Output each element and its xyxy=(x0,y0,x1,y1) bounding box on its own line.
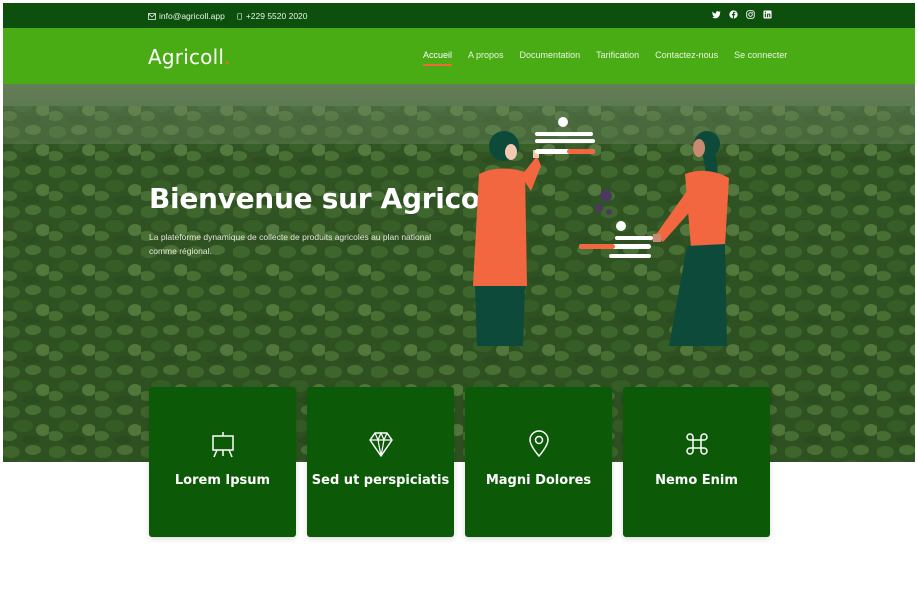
main-nav: Accueil A propos Documentation Tarificat… xyxy=(423,50,803,66)
feature-card-label: Sed ut perspiciatis xyxy=(311,473,450,488)
hero-title: Bienvenue sur Agricoll xyxy=(149,182,499,215)
envelope-icon xyxy=(148,12,156,20)
social-links xyxy=(712,10,772,19)
nav-item-tarification[interactable]: Tarification xyxy=(596,50,639,66)
feature-card[interactable]: Lorem Ipsum xyxy=(149,387,296,537)
page: info@agricoll.app +229 5520 2020 Agricol… xyxy=(3,3,915,608)
nav-item-contactez-nous[interactable]: Contactez-nous xyxy=(655,50,718,66)
feature-card-label: Nemo Enim xyxy=(655,473,738,488)
twitter-icon[interactable] xyxy=(712,10,721,19)
main-header: Agricoll. Accueil A propos Documentation… xyxy=(3,28,915,84)
easel-icon xyxy=(212,432,234,458)
feature-card[interactable]: Magni Dolores xyxy=(465,387,612,537)
phone-contact[interactable]: +229 5520 2020 xyxy=(237,11,308,21)
map-pin-icon xyxy=(529,430,549,458)
logo[interactable]: Agricoll. xyxy=(148,45,231,69)
logo-dot: . xyxy=(224,45,231,69)
feature-card[interactable]: Nemo Enim xyxy=(623,387,770,537)
feature-card-label: Lorem Ipsum xyxy=(174,473,271,488)
email-contact[interactable]: info@agricoll.app xyxy=(148,11,225,21)
people-illustration xyxy=(473,117,729,346)
gem-icon xyxy=(369,431,393,457)
phone-icon xyxy=(237,12,242,20)
command-icon xyxy=(686,433,708,455)
logo-text: Agricoll xyxy=(148,45,225,69)
feature-cards: Lorem Ipsum Sed ut perspiciatis Magni Do… xyxy=(149,387,770,537)
nav-item-a-propos[interactable]: A propos xyxy=(468,50,504,66)
nav-item-accueil[interactable]: Accueil xyxy=(423,50,453,66)
email-text: info@agricoll.app xyxy=(159,11,225,21)
instagram-icon[interactable] xyxy=(746,10,755,19)
phone-text: +229 5520 2020 xyxy=(245,11,308,21)
hero-subtitle: La plateforme dynamique de collecte de p… xyxy=(149,232,432,256)
feature-card[interactable]: Sed ut perspiciatis xyxy=(307,387,454,537)
feature-card-label: Magni Dolores xyxy=(485,473,592,488)
nav-item-se-connecter[interactable]: Se connecter xyxy=(734,50,787,66)
contact-info: info@agricoll.app +229 5520 2020 xyxy=(148,11,308,21)
facebook-icon[interactable] xyxy=(729,10,738,19)
top-bar: info@agricoll.app +229 5520 2020 xyxy=(3,3,915,28)
nav-item-documentation[interactable]: Documentation xyxy=(520,50,581,66)
linkedin-icon[interactable] xyxy=(763,10,772,19)
